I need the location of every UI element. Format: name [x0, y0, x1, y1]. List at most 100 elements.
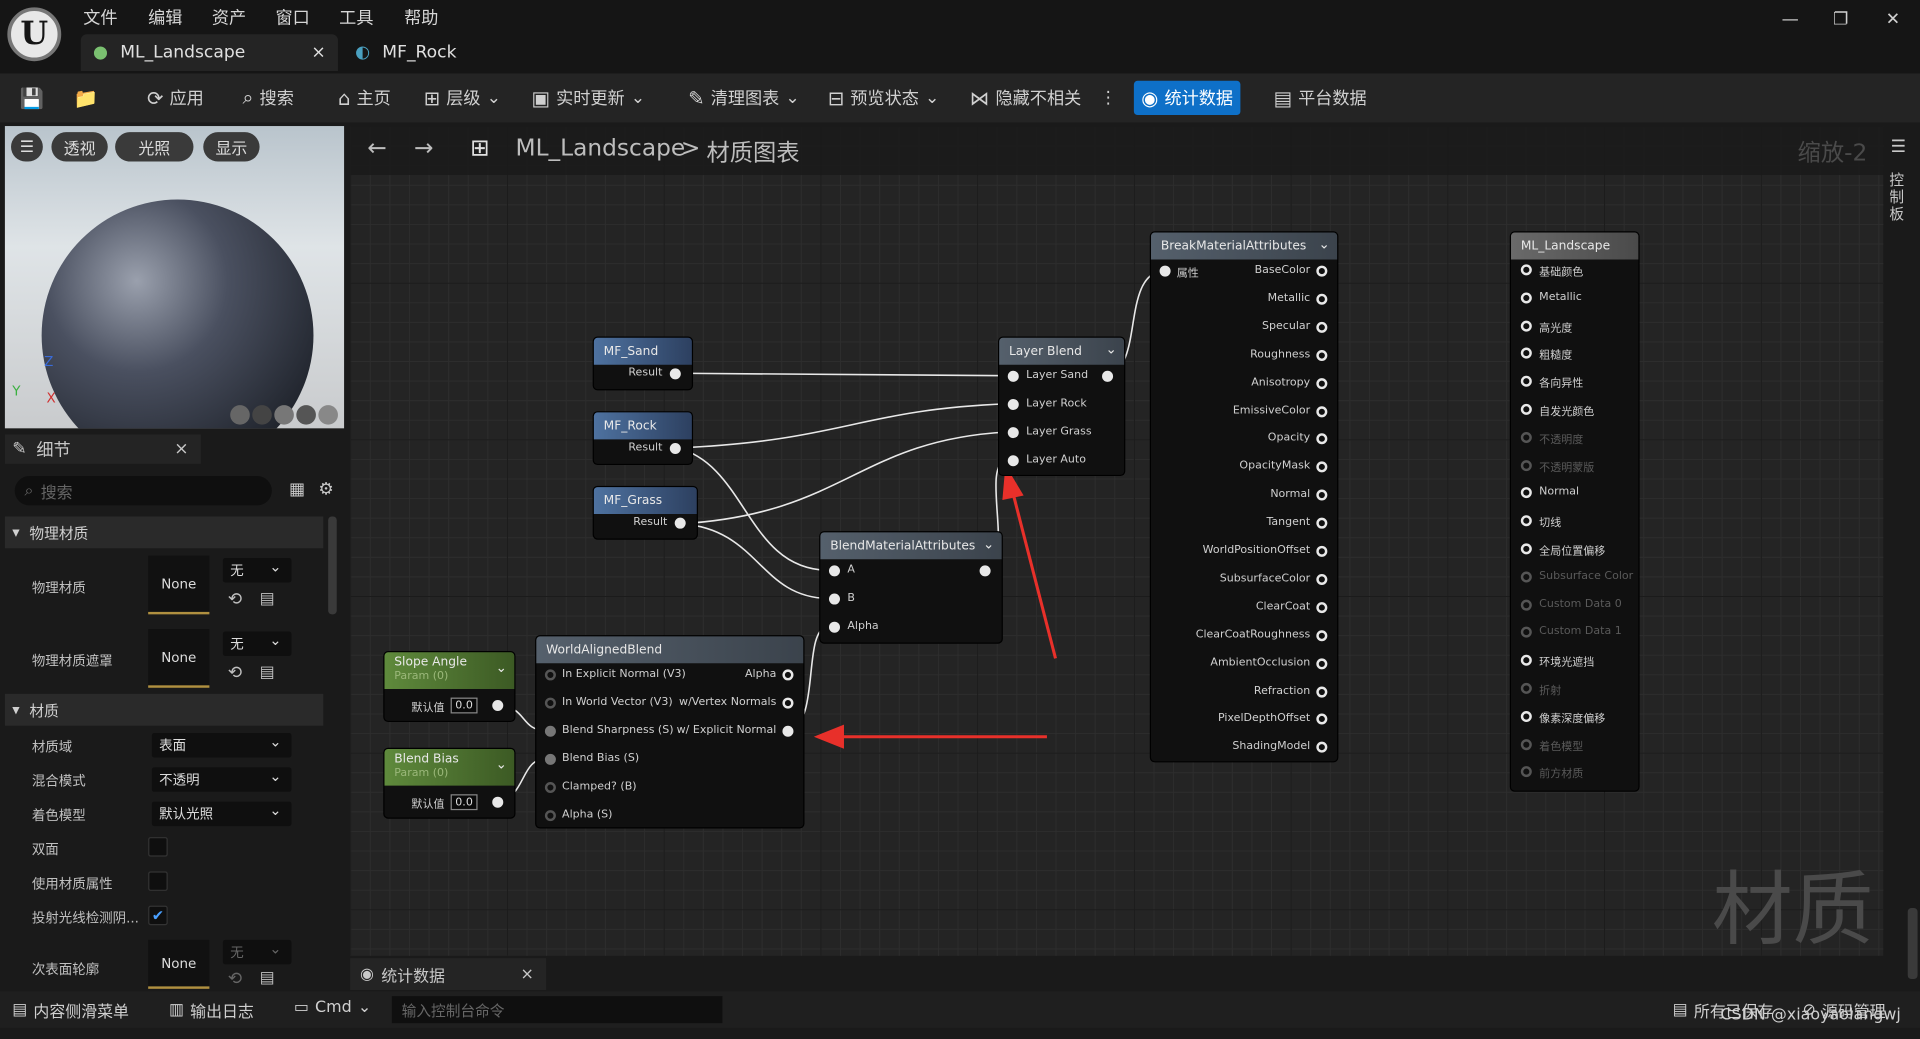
input-pin[interactable] [1520, 403, 1532, 415]
output-pin[interactable] [669, 443, 681, 455]
node-mf-grass[interactable]: MF_Grass Result [593, 487, 697, 539]
input-pin[interactable] [828, 593, 840, 605]
output-pin[interactable] [1316, 657, 1328, 669]
default-value-input[interactable]: 0.0 [450, 697, 478, 714]
output-pin[interactable] [492, 700, 504, 712]
input-pin[interactable] [544, 810, 556, 822]
output-pin[interactable] [492, 796, 504, 808]
input-pin-label: 切线 [1539, 517, 1562, 531]
output-pin[interactable] [782, 697, 794, 709]
output-pin[interactable] [1316, 629, 1328, 641]
breadcrumb-root[interactable]: ML_Landscape [516, 135, 686, 162]
input-pin[interactable] [1007, 427, 1019, 439]
output-pin[interactable] [669, 368, 681, 380]
input-pin[interactable] [1520, 599, 1532, 611]
input-pin[interactable] [1520, 543, 1532, 555]
input-pin[interactable] [1520, 487, 1532, 499]
close-icon[interactable]: × [521, 965, 534, 983]
input-pin[interactable] [1520, 459, 1532, 471]
output-pin[interactable] [1316, 293, 1328, 305]
output-pin[interactable] [1316, 377, 1328, 389]
chevron-down-icon[interactable]: ⌄ [496, 756, 507, 772]
output-pin[interactable] [1316, 685, 1328, 697]
input-pin-label: Normal [1539, 486, 1580, 499]
output-pin[interactable] [1316, 405, 1328, 417]
chevron-down-icon[interactable]: ⌄ [1319, 236, 1330, 252]
input-pin[interactable] [544, 782, 556, 794]
input-pin[interactable] [1159, 265, 1171, 277]
output-pin[interactable] [1316, 713, 1328, 725]
input-pin[interactable] [1520, 375, 1532, 387]
output-log-button[interactable]: ▥ 输出日志 [169, 999, 254, 1022]
output-pin[interactable] [1316, 601, 1328, 613]
output-pin[interactable] [1316, 461, 1328, 473]
output-pin[interactable] [1316, 741, 1328, 754]
input-pin[interactable] [1520, 627, 1532, 639]
input-pin[interactable] [828, 565, 840, 577]
default-value-input[interactable]: 0.0 [450, 794, 478, 811]
node-slope-angle[interactable]: Slope Angle Param (0) ⌄ 默认值 0.0 [384, 652, 515, 721]
node-blend-bias[interactable]: Blend Bias Param (0) ⌄ 默认值 0.0 [384, 748, 515, 818]
input-pin[interactable] [544, 697, 556, 709]
node-mf-sand[interactable]: MF_Sand Result [593, 337, 692, 390]
input-pin[interactable] [1520, 710, 1532, 722]
cmd-selector[interactable]: ▭ Cmd ⌄ [294, 999, 371, 1017]
nav-back-button[interactable]: ← [367, 135, 386, 162]
input-pin[interactable] [544, 725, 556, 737]
breadcrumb-child[interactable]: 材质图表 [707, 135, 800, 168]
stats-panel-tab[interactable]: ◉ 统计数据 × [350, 958, 547, 991]
chevron-down-icon[interactable]: ⌄ [983, 536, 994, 552]
node-blend-material-attributes[interactable]: BlendMaterialAttributes ⌄ A B Alpha [820, 532, 1002, 643]
output-pin[interactable] [1316, 545, 1328, 557]
node-header: Blend Bias Param (0) ⌄ [384, 748, 515, 786]
node-world-aligned-blend[interactable]: WorldAlignedBlend In Explicit Normal (V3… [536, 636, 804, 828]
input-pin[interactable] [1007, 398, 1019, 410]
chevron-down-icon[interactable]: ⌄ [496, 660, 507, 676]
input-pin[interactable] [1520, 766, 1532, 778]
content-drawer-button[interactable]: ▤ 内容侧滑菜单 [12, 999, 129, 1022]
output-pin[interactable] [782, 725, 794, 737]
output-pin[interactable] [1316, 321, 1328, 333]
node-header: Layer Blend ⌄ [999, 337, 1125, 365]
node-break-material-attributes[interactable]: BreakMaterialAttributes ⌄ 属性 BaseColor Met… [1151, 232, 1338, 762]
input-pin[interactable] [1520, 571, 1532, 583]
node-layer-blend[interactable]: Layer Blend ⌄ Layer Sand Layer Rock Layer… [999, 337, 1125, 475]
nav-forward-button[interactable]: → [414, 135, 433, 162]
output-pin[interactable] [1316, 349, 1328, 361]
node-result-ml-landscape[interactable]: ML_Landscape 基础颜色 Metallic 高光度 粗糙度 各向异性 自发光颜色… [1511, 232, 1639, 791]
output-pin-label: WorldPositionOffset [1202, 544, 1311, 557]
input-pin[interactable] [1520, 264, 1532, 276]
output-pin[interactable] [674, 517, 686, 529]
input-pin[interactable] [544, 669, 556, 681]
output-pin[interactable] [1316, 517, 1328, 529]
output-pin[interactable] [1102, 370, 1114, 382]
list-icon[interactable]: ☰ [1891, 137, 1906, 157]
output-pin[interactable] [1316, 573, 1328, 585]
input-pin-label: 全局位置偏移 [1539, 545, 1606, 559]
output-pin[interactable] [979, 565, 991, 577]
input-pin[interactable] [1007, 370, 1019, 382]
output-pin[interactable] [782, 669, 794, 681]
side-panel-label[interactable]: 控制板 [1889, 171, 1906, 222]
output-pin[interactable] [1316, 489, 1328, 501]
input-pin[interactable] [1520, 682, 1532, 694]
input-pin[interactable] [1520, 654, 1532, 666]
console-input[interactable]: 输入控制台命令 [391, 996, 723, 1024]
input-pin[interactable] [1520, 292, 1532, 304]
input-pin[interactable] [1520, 738, 1532, 750]
input-pin-label: Blend Bias (S) [562, 752, 640, 765]
input-pin[interactable] [1520, 320, 1532, 332]
input-pin-label: Subsurface Color [1539, 570, 1634, 583]
input-pin[interactable] [1520, 348, 1532, 360]
input-pin[interactable] [1520, 515, 1532, 527]
input-pin[interactable] [1007, 455, 1019, 467]
graph-scrollbar[interactable] [1907, 908, 1918, 980]
input-pin[interactable] [828, 621, 840, 633]
node-mf-rock[interactable]: MF_Rock Result [593, 412, 692, 464]
input-pin[interactable] [544, 753, 556, 765]
input-pin[interactable] [1520, 431, 1532, 443]
output-pin[interactable] [1316, 433, 1328, 445]
chevron-down-icon[interactable]: ⌄ [1105, 341, 1116, 357]
output-pin[interactable] [1316, 265, 1328, 277]
output-pin-label: Refraction [1253, 684, 1311, 697]
